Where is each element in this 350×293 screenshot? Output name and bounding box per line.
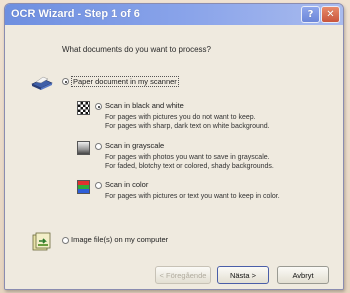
checkerboard-icon xyxy=(77,101,90,115)
screenshot-stage: OCR Wizard - Step 1 of 6 ? ✕ What docume… xyxy=(0,0,350,293)
scanner-icon xyxy=(31,76,53,90)
black-white-desc-2: For pages with sharp, dark text on white… xyxy=(105,123,270,130)
option-image-files-label[interactable]: Image file(s) on my computer xyxy=(71,235,168,244)
color-desc-1: For pages with pictures or text you want… xyxy=(105,193,280,200)
next-button[interactable]: Nästa > xyxy=(217,266,269,284)
question-text: What documents do you want to process? xyxy=(62,45,211,54)
radio-scan-black-white[interactable] xyxy=(95,103,102,110)
option-grayscale-label[interactable]: Scan in grayscale xyxy=(105,141,164,150)
wizard-body: What documents do you want to process? P… xyxy=(5,25,343,289)
back-button[interactable]: < Föregående xyxy=(155,266,211,284)
radio-image-files[interactable] xyxy=(62,237,69,244)
grayscale-icon xyxy=(77,141,90,155)
option-paper-document-label[interactable]: Paper document in my scanner xyxy=(71,76,179,87)
title-bar: OCR Wizard - Step 1 of 6 ? ✕ xyxy=(5,4,343,25)
cancel-button[interactable]: Avbryt xyxy=(277,266,329,284)
help-button[interactable]: ? xyxy=(301,6,320,23)
image-file-icon xyxy=(32,232,51,251)
grayscale-desc-2: For faded, blotchy text or colored, shad… xyxy=(105,163,274,170)
grayscale-desc-1: For pages with photos you want to save i… xyxy=(105,154,270,161)
black-white-desc-1: For pages with pictures you do not want … xyxy=(105,114,256,121)
option-color-label[interactable]: Scan in color xyxy=(105,180,148,189)
close-button[interactable]: ✕ xyxy=(321,6,340,23)
radio-scan-color[interactable] xyxy=(95,182,102,189)
ocr-wizard-dialog: OCR Wizard - Step 1 of 6 ? ✕ What docume… xyxy=(4,3,344,290)
radio-scan-grayscale[interactable] xyxy=(95,143,102,150)
radio-paper-document[interactable] xyxy=(62,78,69,85)
color-icon xyxy=(77,180,90,194)
window-title: OCR Wizard - Step 1 of 6 xyxy=(11,8,140,20)
option-black-white-label[interactable]: Scan in black and white xyxy=(105,101,184,110)
